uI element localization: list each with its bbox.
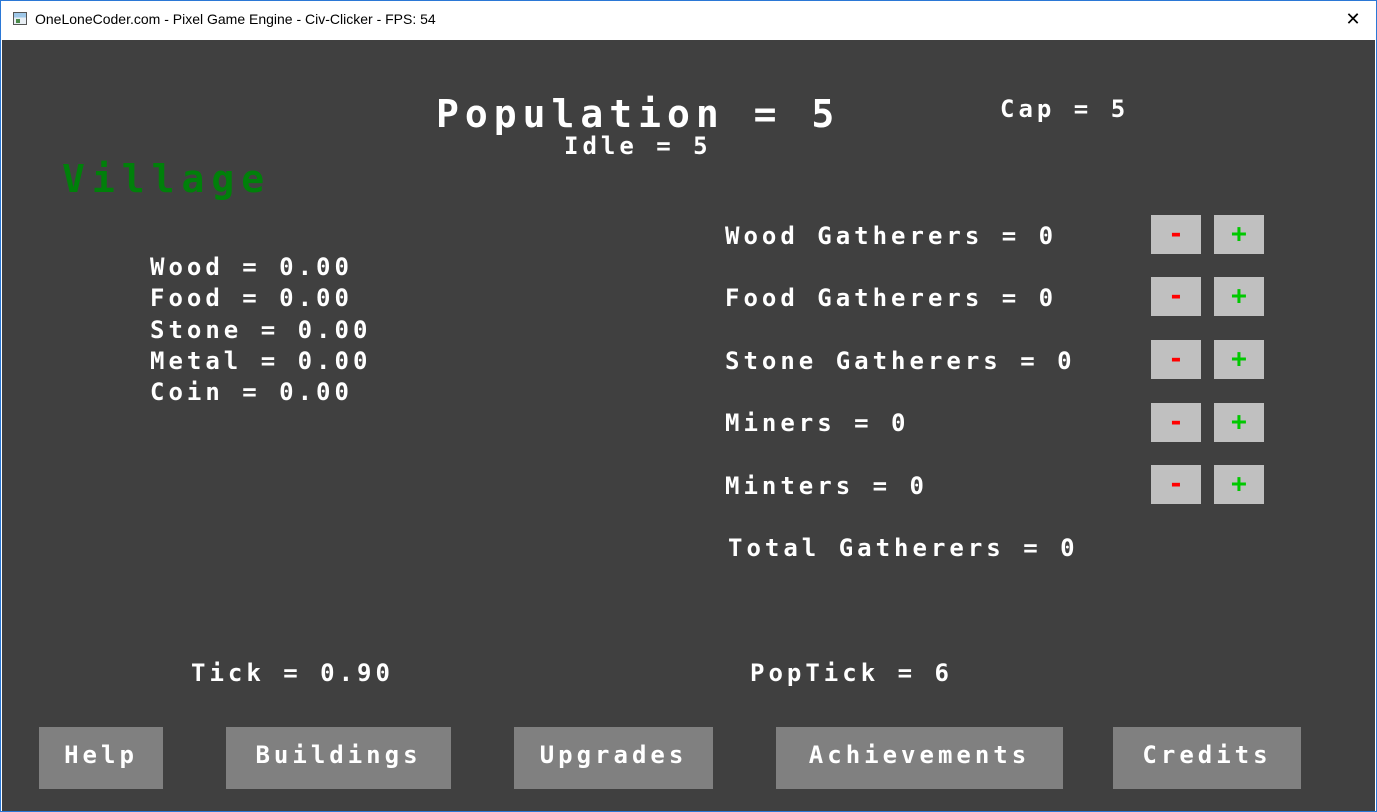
close-button[interactable]: ✕ (1330, 1, 1376, 39)
resource-wood: Wood = 0.00 (150, 253, 353, 281)
wood-gatherers-minus-button[interactable]: - (1151, 215, 1201, 254)
pop-tick-label: PopTick = 6 (750, 659, 953, 687)
cap-label: Cap = 5 (1000, 95, 1130, 123)
app-window: OneLoneCoder.com - Pixel Game Engine - C… (0, 0, 1377, 812)
upgrades-button[interactable]: Upgrades (514, 727, 713, 789)
miners-minus-button[interactable]: - (1151, 403, 1201, 442)
resource-metal: Metal = 0.00 (150, 346, 372, 375)
food-gatherers-plus-button[interactable]: + (1214, 277, 1264, 316)
help-button[interactable]: Help (39, 727, 163, 789)
idle-label: Idle = 5 (564, 132, 712, 160)
buildings-button[interactable]: Buildings (226, 727, 451, 789)
wood-gatherers-label: Wood Gatherers = 0 (725, 222, 1058, 250)
minters-label: Minters = 0 (725, 472, 928, 500)
food-gatherers-label: Food Gatherers = 0 (725, 284, 1058, 312)
stone-gatherers-plus-button[interactable]: + (1214, 340, 1264, 379)
miners-label: Miners = 0 (725, 409, 910, 437)
minters-minus-button[interactable]: - (1151, 465, 1201, 504)
food-gatherers-minus-button[interactable]: - (1151, 277, 1201, 316)
stone-gatherers-minus-button[interactable]: - (1151, 340, 1201, 379)
title-bar: OneLoneCoder.com - Pixel Game Engine - C… (1, 1, 1376, 39)
app-icon (13, 12, 27, 25)
achievements-button[interactable]: Achievements (776, 727, 1063, 789)
credits-button[interactable]: Credits (1113, 727, 1301, 789)
minters-plus-button[interactable]: + (1214, 465, 1264, 504)
stone-gatherers-label: Stone Gatherers = 0 (725, 347, 1076, 375)
game-canvas: Population = 5 Cap = 5 Idle = 5 Village … (2, 40, 1375, 811)
resource-food: Food = 0.00 (150, 284, 353, 313)
total-gatherers-label: Total Gatherers = 0 (728, 534, 1079, 562)
wood-gatherers-plus-button[interactable]: + (1214, 215, 1264, 254)
population-label: Population = 5 (436, 92, 841, 136)
miners-plus-button[interactable]: + (1214, 403, 1264, 442)
section-title: Village (62, 157, 272, 201)
tick-label: Tick = 0.90 (191, 659, 394, 687)
resource-stone: Stone = 0.00 (150, 315, 372, 344)
resource-list: Wood = 0.00 Food = 0.00 Stone = 0.00 Met… (150, 252, 371, 408)
resource-coin: Coin = 0.00 (150, 378, 353, 407)
window-title: OneLoneCoder.com - Pixel Game Engine - C… (35, 11, 436, 27)
